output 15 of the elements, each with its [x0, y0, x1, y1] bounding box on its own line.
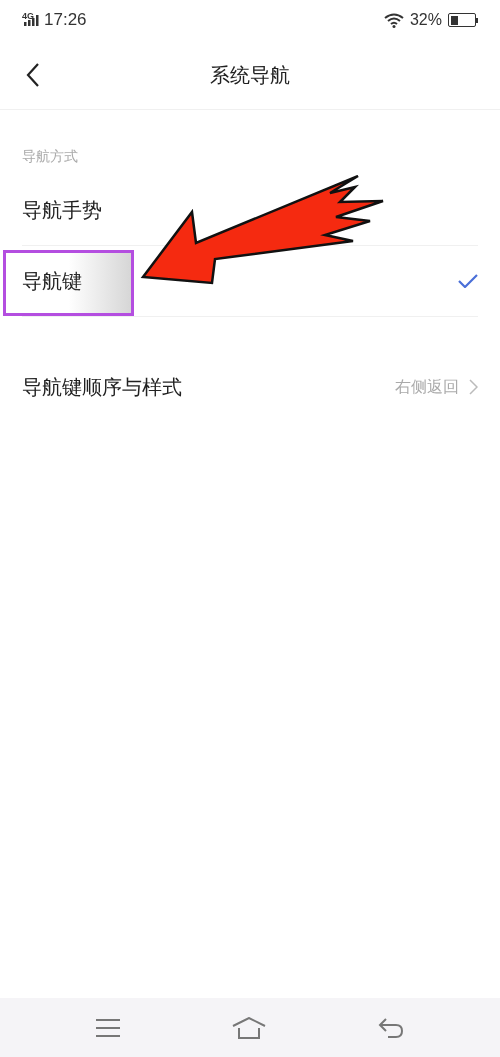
battery-percent: 32% — [409, 10, 442, 30]
back-icon[interactable] — [26, 61, 40, 88]
chevron-icon — [469, 379, 478, 395]
setting-row[interactable]: 导航键顺序与样式 右侧返回 — [22, 352, 478, 422]
signal-icon — [24, 14, 40, 26]
battery-icon — [448, 13, 478, 27]
home-icon[interactable] — [232, 1016, 266, 1039]
menu-icon[interactable] — [96, 1017, 120, 1038]
wifi-icon — [383, 12, 404, 28]
clock-time: 17:26 — [44, 9, 87, 32]
page-title: 系统导航 — [210, 62, 290, 88]
network-label: 4G — [22, 11, 34, 21]
option-label[interactable]: 导航手势 — [22, 195, 102, 225]
section-label: 导航方式 — [21, 147, 79, 166]
option-label[interactable]: 导航键 — [22, 266, 82, 296]
